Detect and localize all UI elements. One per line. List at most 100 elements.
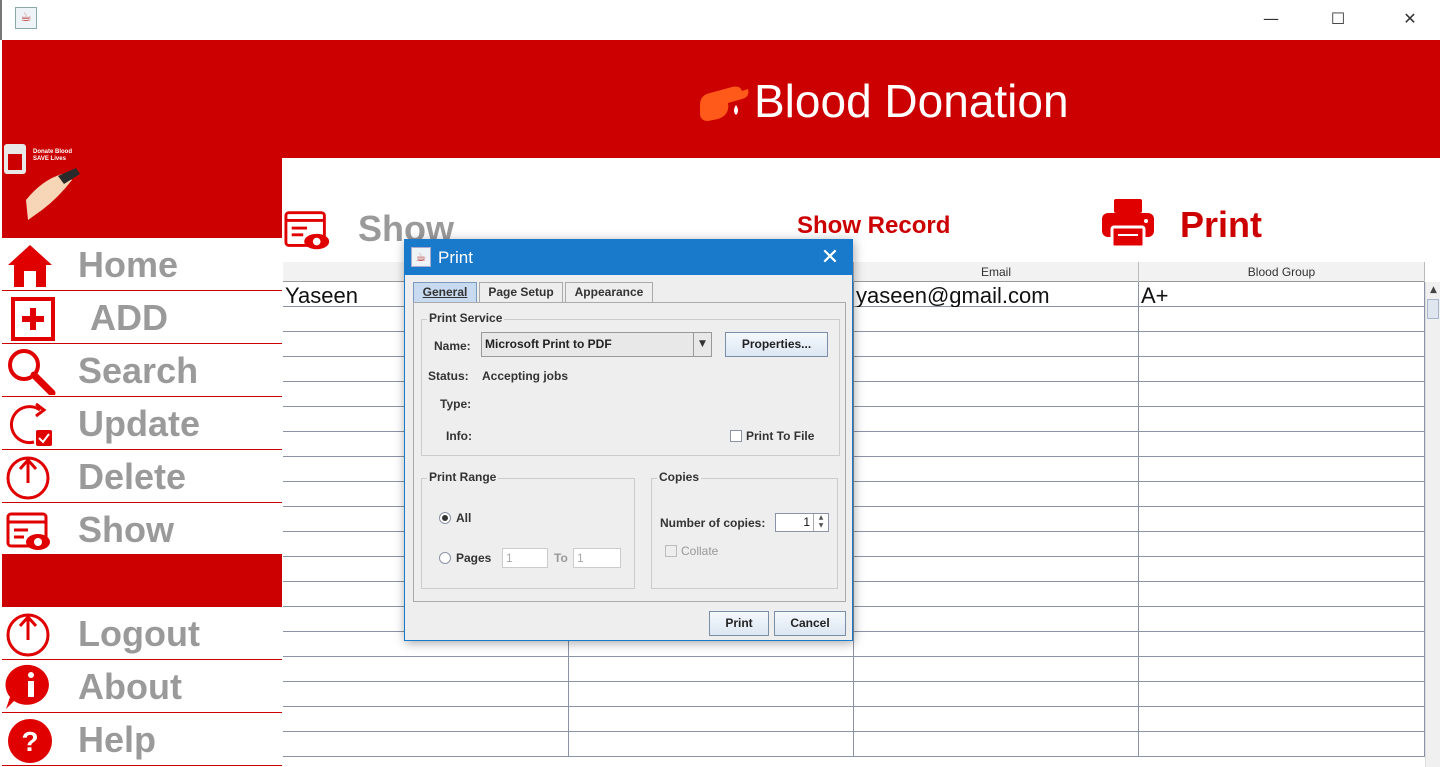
table-cell[interactable] bbox=[569, 707, 854, 732]
close-button[interactable]: ✕ bbox=[1387, 4, 1433, 34]
table-cell[interactable] bbox=[1139, 732, 1425, 757]
column-header-email[interactable]: Email bbox=[854, 262, 1139, 282]
table-cell[interactable] bbox=[1139, 707, 1425, 732]
table-cell[interactable] bbox=[1139, 307, 1425, 332]
sidebar-item-home[interactable]: Home bbox=[2, 238, 282, 291]
table-cell[interactable] bbox=[854, 307, 1139, 332]
minimize-button[interactable]: — bbox=[1248, 4, 1294, 34]
printer-name-select[interactable]: Microsoft Print to PDF ▼ bbox=[481, 332, 712, 357]
dialog-close-button[interactable]: ✕ bbox=[815, 244, 845, 272]
table-cell[interactable] bbox=[1139, 607, 1425, 632]
print-range-all-label[interactable]: All bbox=[456, 511, 471, 525]
print-to-file-checkbox[interactable] bbox=[730, 430, 742, 442]
dialog-title-bar[interactable]: ☕ Print ✕ bbox=[405, 240, 852, 275]
table-cell[interactable]: A+ bbox=[1139, 282, 1425, 307]
sidebar-item-label: Logout bbox=[78, 613, 200, 654]
table-cell[interactable] bbox=[283, 682, 569, 707]
table-cell[interactable] bbox=[1139, 557, 1425, 582]
table-cell[interactable] bbox=[854, 507, 1139, 532]
table-cell[interactable] bbox=[1139, 457, 1425, 482]
print-range-all-radio[interactable] bbox=[439, 512, 451, 524]
table-cell[interactable] bbox=[283, 732, 569, 757]
table-cell[interactable] bbox=[854, 607, 1139, 632]
table-scrollbar[interactable]: ▲ bbox=[1425, 282, 1440, 767]
table-cell[interactable] bbox=[1139, 682, 1425, 707]
table-cell[interactable] bbox=[1139, 582, 1425, 607]
sidebar-item-add[interactable]: ADD bbox=[2, 291, 282, 344]
tab-general[interactable]: General bbox=[413, 282, 477, 302]
chevron-down-icon[interactable]: ▼ bbox=[693, 333, 711, 356]
sidebar-item-show[interactable]: Show bbox=[2, 503, 282, 556]
table-cell[interactable] bbox=[569, 657, 854, 682]
table-row[interactable] bbox=[283, 657, 1425, 682]
table-cell[interactable] bbox=[854, 407, 1139, 432]
table-cell[interactable] bbox=[854, 632, 1139, 657]
table-cell[interactable] bbox=[854, 457, 1139, 482]
table-cell[interactable] bbox=[283, 707, 569, 732]
java-app-icon: ☕ bbox=[15, 7, 37, 29]
show-record-button[interactable]: Show Record bbox=[797, 212, 950, 240]
table-cell[interactable] bbox=[854, 357, 1139, 382]
table-cell[interactable] bbox=[1139, 507, 1425, 532]
scroll-thumb[interactable] bbox=[1427, 299, 1439, 319]
tab-page-setup[interactable]: Page Setup bbox=[479, 282, 563, 302]
collate-checkbox[interactable] bbox=[665, 545, 677, 557]
table-cell[interactable] bbox=[1139, 382, 1425, 407]
print-range-pages-label[interactable]: Pages bbox=[456, 551, 491, 565]
table-cell[interactable] bbox=[283, 657, 569, 682]
table-cell[interactable] bbox=[569, 682, 854, 707]
table-cell[interactable] bbox=[854, 582, 1139, 607]
table-row[interactable] bbox=[283, 707, 1425, 732]
column-header-blood-group[interactable]: Blood Group bbox=[1139, 262, 1425, 282]
pages-from-field[interactable]: 1 bbox=[502, 548, 548, 568]
table-cell[interactable] bbox=[1139, 482, 1425, 507]
sidebar-item-delete[interactable]: Delete bbox=[2, 450, 282, 503]
table-cell[interactable] bbox=[854, 657, 1139, 682]
table-cell[interactable] bbox=[569, 732, 854, 757]
maximize-button[interactable]: ☐ bbox=[1315, 4, 1361, 34]
print-range-group: Print Range bbox=[421, 470, 635, 589]
table-cell[interactable] bbox=[854, 732, 1139, 757]
dialog-cancel-button[interactable]: Cancel bbox=[774, 611, 846, 636]
table-cell[interactable] bbox=[854, 382, 1139, 407]
table-row[interactable] bbox=[283, 682, 1425, 707]
table-cell[interactable] bbox=[854, 557, 1139, 582]
logo-text: Donate Blood SAVE Lives bbox=[32, 148, 73, 164]
table-cell[interactable] bbox=[1139, 432, 1425, 457]
table-cell[interactable] bbox=[854, 482, 1139, 507]
sidebar-item-search[interactable]: Search bbox=[2, 344, 282, 397]
table-cell[interactable] bbox=[854, 432, 1139, 457]
table-row[interactable] bbox=[283, 732, 1425, 757]
table-cell[interactable]: yaseen@gmail.com bbox=[854, 282, 1139, 307]
table-cell[interactable] bbox=[1139, 332, 1425, 357]
table-cell[interactable] bbox=[1139, 532, 1425, 557]
print-button[interactable]: Print bbox=[1180, 204, 1262, 246]
table-cell[interactable] bbox=[1139, 357, 1425, 382]
sidebar-item-help[interactable]: ? Help bbox=[2, 713, 282, 766]
table-cell[interactable] bbox=[1139, 657, 1425, 682]
pages-to-field[interactable]: 1 bbox=[573, 548, 621, 568]
sidebar-item-about[interactable]: About bbox=[2, 660, 282, 713]
update-icon bbox=[10, 402, 52, 446]
logo-line-1: Donate Blood bbox=[33, 149, 72, 155]
print-to-file-label[interactable]: Print To File bbox=[746, 429, 814, 443]
tab-appearance[interactable]: Appearance bbox=[565, 282, 653, 302]
printer-icon[interactable] bbox=[1100, 195, 1156, 251]
table-cell[interactable] bbox=[854, 532, 1139, 557]
table-cell[interactable] bbox=[854, 682, 1139, 707]
sidebar-item-update[interactable]: Update bbox=[2, 397, 282, 450]
table-cell[interactable] bbox=[854, 332, 1139, 357]
scroll-up-arrow-icon[interactable]: ▲ bbox=[1426, 282, 1440, 298]
svg-text:?: ? bbox=[21, 726, 38, 757]
sidebar-item-logout[interactable]: Logout bbox=[2, 607, 282, 660]
table-cell[interactable] bbox=[854, 707, 1139, 732]
spinner-arrows-icon[interactable]: ▲ ▼ bbox=[813, 514, 828, 531]
print-range-pages-radio[interactable] bbox=[439, 552, 451, 564]
properties-button[interactable]: Properties... bbox=[725, 332, 828, 357]
table-cell[interactable] bbox=[1139, 632, 1425, 657]
sidebar-item-label: Update bbox=[78, 403, 201, 444]
dialog-print-button[interactable]: Print bbox=[709, 611, 769, 636]
collate-label: Collate bbox=[681, 544, 719, 558]
table-cell[interactable] bbox=[1139, 407, 1425, 432]
copies-spinner[interactable]: 1 ▲ ▼ bbox=[775, 513, 829, 532]
